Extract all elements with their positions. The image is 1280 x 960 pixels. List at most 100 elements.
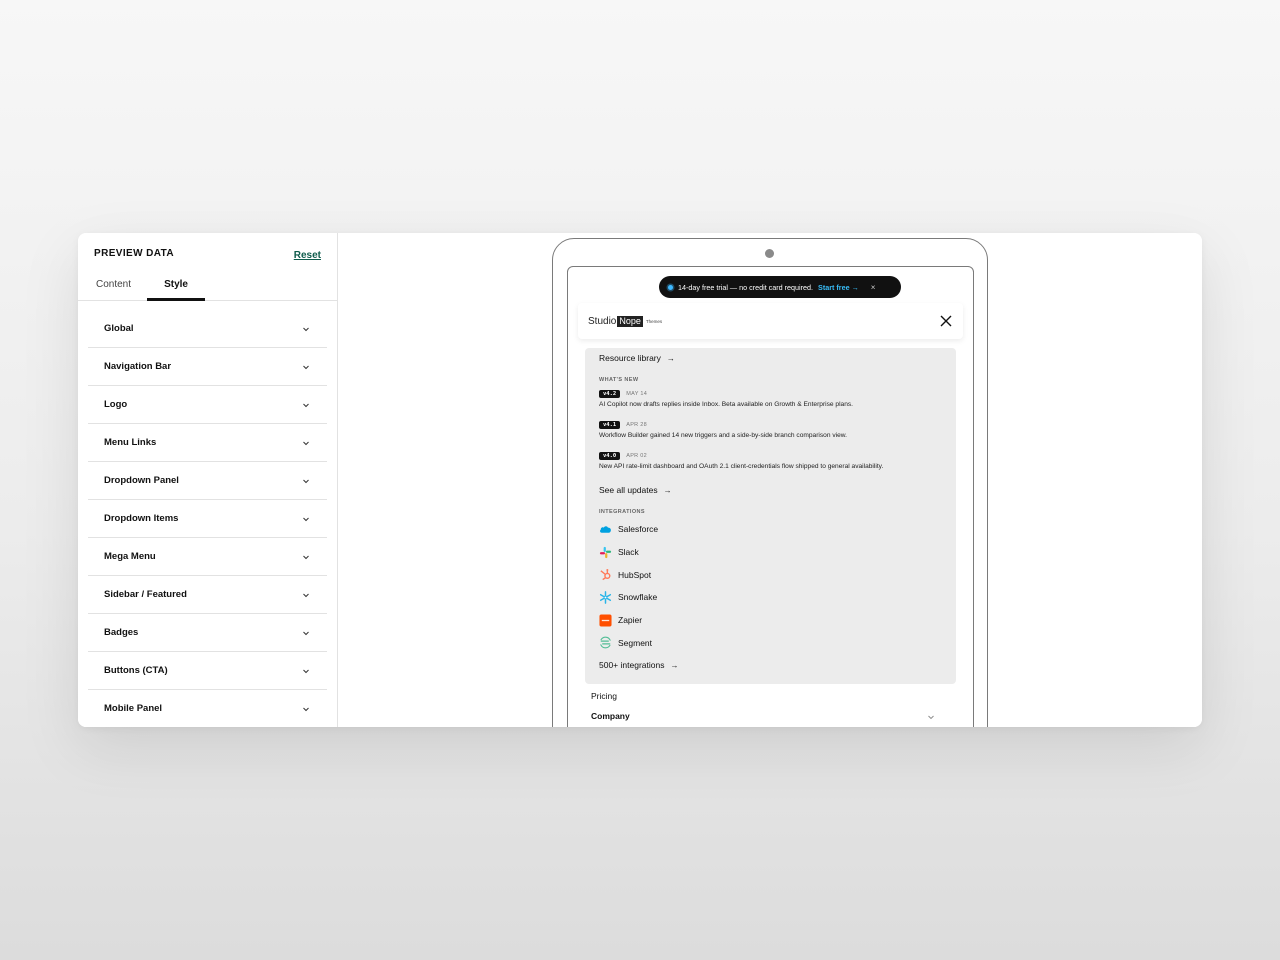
integration-name: HubSpot <box>618 569 652 580</box>
logo-suffix: Themes <box>645 318 663 324</box>
section-global[interactable]: Global <box>88 310 327 348</box>
integration-zapier[interactable]: Zapier <box>599 609 899 632</box>
chevron-down-icon <box>303 593 309 597</box>
section-mega-menu[interactable]: Mega Menu <box>88 538 327 576</box>
section-label: Logo <box>104 399 128 410</box>
tab-bar: Content Style <box>78 269 337 301</box>
logo-word: Studio <box>588 315 617 327</box>
arrow-right-icon: → <box>670 660 679 670</box>
hubspot-icon <box>600 569 611 581</box>
update-item[interactable]: v4.1 APR 28 Workflow Builder gained 14 ne… <box>599 421 847 439</box>
section-mobile-panel[interactable]: Mobile Panel <box>88 690 327 727</box>
section-buttons-cta[interactable]: Buttons (CTA) <box>88 652 327 690</box>
logo[interactable]: Studio Nope Themes <box>588 315 663 327</box>
segment-icon <box>600 636 611 649</box>
integration-name: Zapier <box>618 615 643 626</box>
update-text: AI Copilot now drafts replies inside Inb… <box>599 401 853 408</box>
close-menu-icon[interactable] <box>939 314 953 328</box>
device-screen: 14-day free trial — no credit card requi… <box>567 266 974 727</box>
section-label: Mobile Panel <box>104 703 163 714</box>
section-label: Dropdown Panel <box>104 475 179 486</box>
menu-link-company[interactable]: Company <box>591 711 630 721</box>
section-logo[interactable]: Logo <box>88 386 327 424</box>
tab-content[interactable]: Content <box>86 269 141 300</box>
preview-area: 14-day free trial — no credit card requi… <box>338 233 1202 727</box>
see-all-updates-link[interactable]: See all updates → <box>599 485 672 495</box>
panel-title: PREVIEW DATA <box>94 247 174 259</box>
reset-button[interactable]: Reset <box>294 242 321 261</box>
section-label: Dropdown Items <box>104 513 179 524</box>
chevron-down-icon <box>303 365 309 369</box>
section-label: Navigation Bar <box>104 361 172 372</box>
version-badge: v4.2 <box>599 390 621 398</box>
section-dropdown-items[interactable]: Dropdown Items <box>88 500 327 538</box>
integration-segment[interactable]: Segment <box>599 631 899 654</box>
close-icon[interactable]: × <box>871 283 876 292</box>
chevron-down-icon <box>303 403 309 407</box>
link-label: See all updates <box>599 485 658 495</box>
section-label: Global <box>104 323 134 334</box>
version-badge: v4.0 <box>599 452 621 460</box>
update-date: APR 02 <box>626 453 648 459</box>
section-label: Mega Menu <box>104 551 156 562</box>
update-text: New API rate-limit dashboard and OAuth 2… <box>599 463 884 470</box>
chevron-down-icon <box>303 631 309 635</box>
integration-name: Salesforce <box>618 524 659 535</box>
salesforce-icon <box>600 526 611 533</box>
slack-icon <box>599 546 612 558</box>
integrations-list: Salesforce Slack HubSpot Snowflake Zapie… <box>599 518 899 654</box>
integration-salesforce[interactable]: Salesforce <box>599 518 899 541</box>
section-dropdown-panel[interactable]: Dropdown Panel <box>88 462 327 500</box>
chevron-down-icon <box>303 669 309 673</box>
update-text: Workflow Builder gained 14 new triggers … <box>599 432 848 439</box>
section-label: Sidebar / Featured <box>104 589 187 600</box>
section-badges[interactable]: Badges <box>88 614 327 652</box>
style-sections: Global Navigation Bar Logo Menu Links Dr… <box>78 301 337 727</box>
logo-box: Nope <box>617 315 643 327</box>
promo-text: 14-day free trial — no credit card requi… <box>678 282 814 292</box>
arrow-right-icon: → <box>666 353 675 363</box>
section-sidebar-featured[interactable]: Sidebar / Featured <box>88 576 327 614</box>
chevron-down-icon <box>303 479 309 483</box>
chevron-down-icon <box>303 441 309 445</box>
update-date: APR 28 <box>626 422 648 428</box>
integration-snowflake[interactable]: Snowflake <box>599 586 899 609</box>
section-navigation-bar[interactable]: Navigation Bar <box>88 348 327 386</box>
link-label: 500+ integrations <box>599 660 665 670</box>
dropdown-panel: Resource library → WHAT'S NEW v4.2 MAY 14 … <box>585 348 956 684</box>
update-date: MAY 14 <box>626 391 648 397</box>
tab-style[interactable]: Style <box>147 269 206 301</box>
start-free-link[interactable]: Start free → <box>818 283 859 292</box>
mobile-navbar: Studio Nope Themes <box>578 303 963 339</box>
integration-name: Snowflake <box>618 592 658 603</box>
integration-hubspot[interactable]: HubSpot <box>599 563 899 586</box>
section-label: Menu Links <box>104 437 157 448</box>
section-menu-links[interactable]: Menu Links <box>88 424 327 462</box>
link-label: Resource library <box>599 353 661 363</box>
resource-library-link[interactable]: Resource library → <box>599 353 675 363</box>
settings-header: PREVIEW DATA Reset <box>78 233 337 269</box>
arrow-right-icon: → <box>663 485 672 495</box>
section-label: Buttons (CTA) <box>104 665 168 676</box>
update-item[interactable]: v4.0 APR 02 New API rate-limit dashboard … <box>599 452 883 470</box>
camera-dot <box>765 249 774 258</box>
app-window: PREVIEW DATA Reset Content Style Global … <box>78 233 1202 727</box>
settings-panel: PREVIEW DATA Reset Content Style Global … <box>78 233 338 727</box>
more-integrations-link[interactable]: 500+ integrations → <box>599 660 678 670</box>
chevron-down-icon <box>303 327 309 331</box>
whats-new-caption: WHAT'S NEW <box>599 377 639 383</box>
zapier-icon <box>599 614 612 627</box>
update-item[interactable]: v4.2 MAY 14 AI Copilot now drafts replies… <box>599 390 853 408</box>
integrations-caption: INTEGRATIONS <box>599 509 645 515</box>
chevron-down-icon <box>303 707 309 711</box>
integration-name: Segment <box>618 637 653 648</box>
chevron-down-icon[interactable] <box>927 713 935 721</box>
chevron-down-icon <box>303 517 309 521</box>
promo-banner: 14-day free trial — no credit card requi… <box>659 276 901 298</box>
integration-slack[interactable]: Slack <box>599 541 899 564</box>
menu-link-pricing[interactable]: Pricing <box>591 691 617 701</box>
tablet-frame: 14-day free trial — no credit card requi… <box>552 238 988 727</box>
section-label: Badges <box>104 627 139 638</box>
version-badge: v4.1 <box>599 421 621 429</box>
integration-name: Slack <box>618 547 639 558</box>
